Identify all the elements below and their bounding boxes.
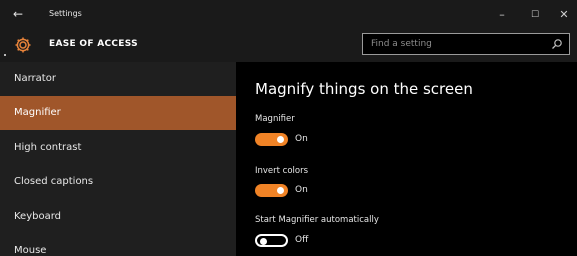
toggle-knob [277,136,284,143]
maximize-button[interactable]: ☐ [527,7,543,23]
sidebar-item-label: Closed captions [14,176,94,187]
start-magnifier-label: Start Magnifier automatically [255,215,379,225]
window-title: Settings [49,9,82,18]
section-title: EASE OF ACCESS [49,39,138,49]
start-magnifier-state: Off [295,235,309,245]
sidebar-item-label: High contrast [14,142,82,153]
magnifier-state: On [295,134,308,144]
sidebar-item-label: Keyboard [14,211,62,222]
toggle-knob [277,187,284,194]
magnifier-label: Magnifier [255,114,295,124]
start-magnifier-toggle[interactable] [255,234,288,247]
invert-colors-toggle[interactable] [255,184,288,197]
sidebar: Narrator Magnifier High contrast Closed … [0,62,236,256]
sidebar-item-mouse[interactable]: Mouse [0,234,236,256]
sidebar-item-narrator[interactable]: Narrator [0,62,236,96]
sidebar-item-label: Mouse [14,245,47,256]
section-header: EASE OF ACCESS Find a setting [0,30,577,62]
back-button[interactable]: ← [13,5,33,23]
minimize-button[interactable]: – [494,7,510,23]
sidebar-item-high-contrast[interactable]: High contrast [0,131,236,165]
search-input[interactable]: Find a setting [362,33,570,55]
toggle-knob [260,237,267,245]
sidebar-item-magnifier[interactable]: Magnifier [0,96,236,130]
search-icon[interactable] [551,38,563,50]
sidebar-item-label: Narrator [14,73,56,84]
search-placeholder: Find a setting [371,39,432,49]
invert-colors-state: On [295,185,308,195]
sidebar-item-closed-captions[interactable]: Closed captions [0,165,236,199]
page-title: Magnify things on the screen [255,80,473,98]
main-content: Magnify things on the screen Magnifier O… [236,62,577,256]
close-button[interactable]: ✕ [556,7,572,23]
invert-colors-label: Invert colors [255,166,309,176]
gear-icon [15,37,31,53]
window-edge-dot [4,54,6,56]
sidebar-item-keyboard[interactable]: Keyboard [0,200,236,234]
title-bar: ← Settings – ☐ ✕ [0,0,577,30]
magnifier-toggle[interactable] [255,133,288,146]
sidebar-item-label: Magnifier [14,107,61,118]
settings-window: ← Settings – ☐ ✕ EASE OF ACCESS Find a s… [0,0,577,256]
